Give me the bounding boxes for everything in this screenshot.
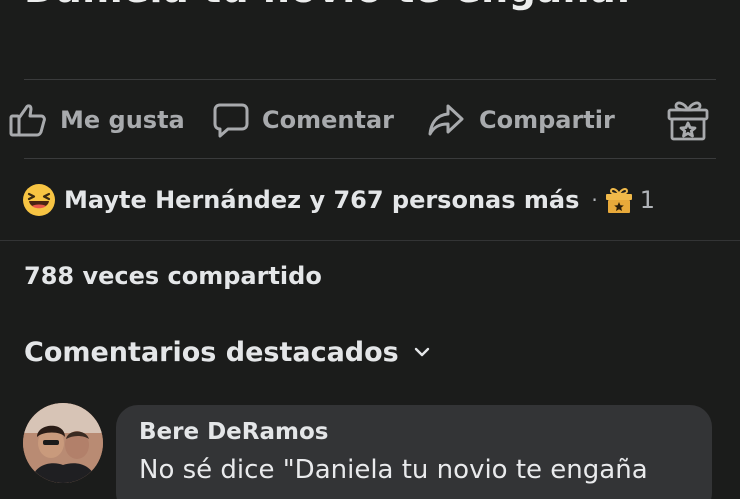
gift-icon [665,98,711,142]
comment-button[interactable]: Comentar [212,94,394,146]
comments-section-title: Comentarios destacados [24,337,399,368]
like-button[interactable]: Me gusta [8,94,185,146]
like-label: Me gusta [60,106,185,134]
comments-filter-dropdown[interactable]: Comentarios destacados [24,337,431,368]
comment-author[interactable]: Bere DeRamos [139,419,328,445]
divider [0,240,740,241]
divider [24,158,716,159]
gift-icon [604,185,634,215]
reactions-summary[interactable]: Mayte Hernández y 767 personas más · 1 [22,180,722,220]
action-bar: Me gusta Comentar Compartir [0,94,740,146]
comment-label: Comentar [262,106,394,134]
post-text: Daniela tu novio te engaña. [24,0,631,11]
divider [24,79,716,80]
laughing-emoji-icon [22,183,56,217]
comment-bubble[interactable]: Bere DeRamos No sé dice "Daniela tu novi… [116,405,712,499]
gift-button[interactable] [665,94,711,146]
share-button[interactable]: Compartir [427,94,615,146]
gift-count: 1 [639,186,656,214]
share-arrow-icon [427,101,465,139]
chevron-down-icon [413,343,431,362]
separator-dot: · [591,188,598,212]
post-view: Daniela tu novio te engaña. Me gusta Com… [0,0,740,499]
speech-bubble-icon [212,101,250,139]
thumbs-up-icon [8,100,48,140]
reactions-summary-text: Mayte Hernández y 767 personas más [64,186,580,214]
share-count[interactable]: 788 veces compartido [24,262,322,290]
share-label: Compartir [479,106,615,134]
avatar[interactable] [23,403,103,483]
comment-text: No sé dice "Daniela tu novio te engaña [139,455,648,485]
